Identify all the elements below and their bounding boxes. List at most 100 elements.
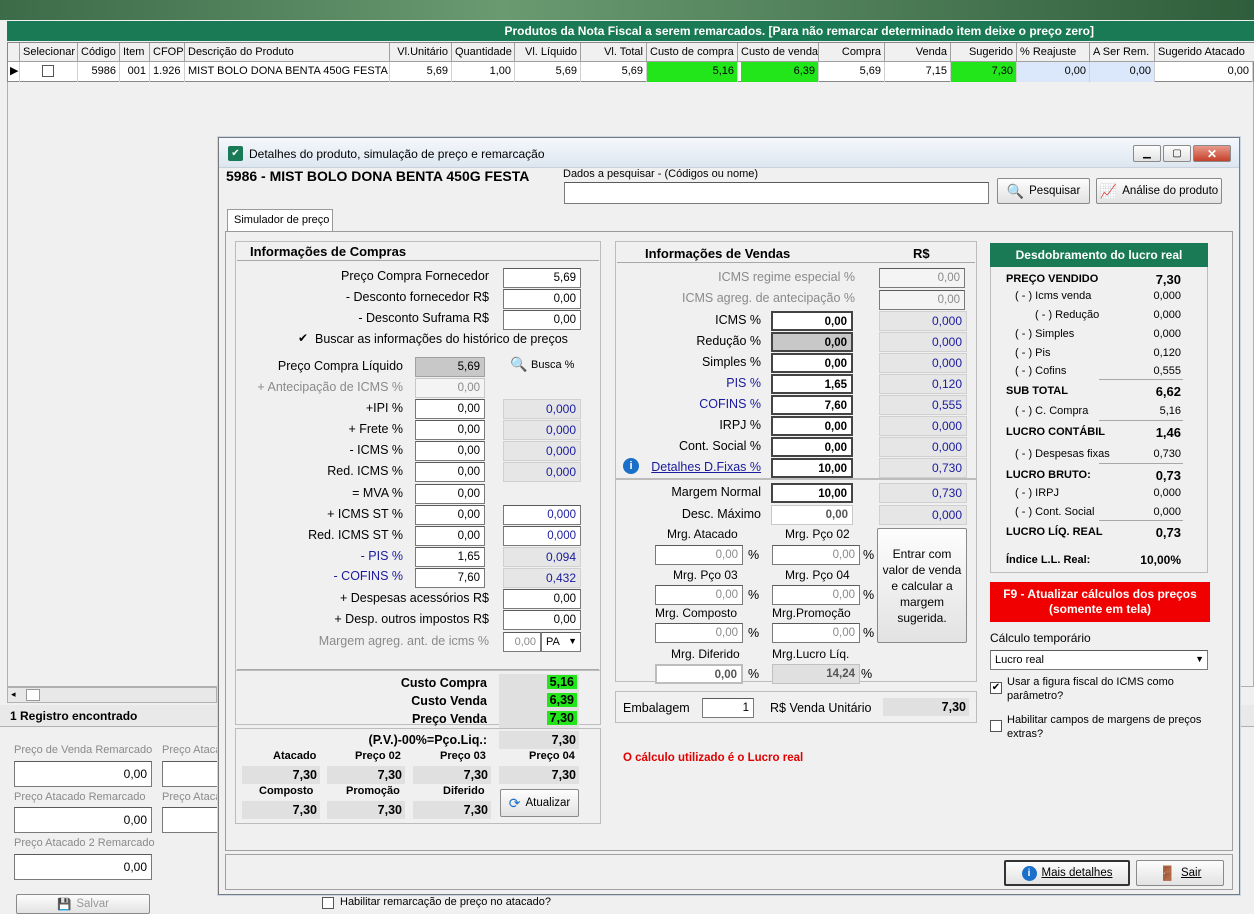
habilitar-atacado-checkbox[interactable]: [322, 897, 334, 909]
horizontal-scrollbar[interactable]: ◂: [7, 687, 217, 703]
desp-outros-field[interactable]: 0,00: [503, 610, 581, 630]
desconto-suframa-field[interactable]: 0,00: [503, 310, 581, 330]
cell-reajuste[interactable]: 0,00: [1017, 62, 1090, 82]
mrg-promocao-field[interactable]: 0,00: [772, 623, 860, 643]
pis-compra-field[interactable]: 1,65: [415, 547, 485, 567]
cell-vl-total[interactable]: 5,69: [581, 62, 647, 82]
icms-venda-field[interactable]: 0,00: [771, 311, 853, 331]
mrg-diferido-field[interactable]: 0,00: [655, 664, 743, 684]
pis-venda-field[interactable]: 1,65: [771, 374, 853, 394]
header-descricao[interactable]: Descrição do Produto: [185, 43, 390, 62]
despesas-acessorios-field[interactable]: 0,00: [503, 589, 581, 609]
search-input[interactable]: [564, 182, 989, 204]
detalhes-fixas-field[interactable]: 10,00: [771, 458, 853, 478]
cell-vl-unitario[interactable]: 5,69: [390, 62, 452, 82]
header-item[interactable]: Item: [120, 43, 150, 62]
f9-atualizar-button[interactable]: F9 - Atualizar cálculos dos preços (some…: [990, 582, 1210, 622]
buscar-historico-checkbox[interactable]: ✔: [297, 332, 309, 345]
header-venda[interactable]: Venda: [885, 43, 951, 62]
cell-vl-liquido[interactable]: 5,69: [515, 62, 581, 82]
mais-detalhes-button[interactable]: i Mais detalhes: [1004, 860, 1130, 886]
header-custo-compra[interactable]: Custo de compra: [647, 43, 738, 62]
preco-atacado-field-cut2[interactable]: [162, 807, 218, 833]
preco-atacado2-remarcado-field[interactable]: 0,00: [14, 854, 152, 880]
header-custo-venda[interactable]: Custo de venda: [738, 43, 819, 62]
minimize-button[interactable]: ▁: [1133, 145, 1161, 162]
dialog-titlebar[interactable]: ✔ Detalhes do produto, simulação de preç…: [219, 138, 1239, 168]
header-quantidade[interactable]: Quantidade: [452, 43, 515, 62]
cell-compra[interactable]: 5,69: [819, 62, 885, 82]
cell-cfop[interactable]: 1.926: [150, 62, 185, 82]
antecipacao-icms-field[interactable]: 0,00: [415, 378, 485, 398]
salvar-button[interactable]: 💾 Salvar: [16, 894, 150, 914]
icms-agreg-field[interactable]: 0,00: [879, 290, 965, 310]
ipi-field[interactable]: 0,00: [415, 399, 485, 419]
margem-normal-field[interactable]: 10,00: [771, 483, 853, 503]
pesquisar-button[interactable]: 🔍 Pesquisar: [997, 178, 1090, 204]
header-compra[interactable]: Compra: [819, 43, 885, 62]
header-a-ser-rem[interactable]: A Ser Rem.: [1090, 43, 1155, 62]
red-icms-field[interactable]: 0,00: [415, 462, 485, 482]
header-vl-unitario[interactable]: Vl.Unitário: [390, 43, 452, 62]
cell-item[interactable]: 001: [120, 62, 150, 82]
products-grid[interactable]: Selecionar Código Item CFOP Descrição do…: [7, 42, 1254, 82]
preco-atacado-field-cut[interactable]: [162, 761, 218, 787]
frete-field[interactable]: 0,00: [415, 420, 485, 440]
reducao-field[interactable]: 0,00: [771, 332, 853, 352]
preco-atacado-remarcado-field[interactable]: 0,00: [14, 807, 152, 833]
habilitar-margens-checkbox[interactable]: [990, 720, 1002, 732]
header-vl-total[interactable]: Vl. Total: [581, 43, 647, 62]
preco-compra-fornecedor-field[interactable]: 5,69: [503, 268, 581, 288]
header-codigo[interactable]: Código: [78, 43, 120, 62]
desconto-fornecedor-field[interactable]: 0,00: [503, 289, 581, 309]
red-icms-st-field[interactable]: 0,00: [415, 526, 485, 546]
cell-custo-venda[interactable]: 6,39: [741, 62, 819, 82]
cell-custo-compra[interactable]: 5,16: [647, 62, 738, 82]
header-sugerido[interactable]: Sugerido: [951, 43, 1017, 62]
maximize-button[interactable]: ▢: [1163, 145, 1191, 162]
icms-st-field[interactable]: 0,00: [415, 505, 485, 525]
cell-sugerido[interactable]: 7,30: [951, 62, 1017, 82]
habilitar-atacado-row[interactable]: Habilitar remarcação de preço no atacado…: [310, 896, 710, 909]
analise-button[interactable]: 📈 Análise do produto: [1096, 178, 1222, 204]
usar-figura-checkbox[interactable]: ✔: [990, 682, 1002, 694]
mrg-pco04-field[interactable]: 0,00: [772, 585, 860, 605]
cell-descricao[interactable]: MIST BOLO DONA BENTA 450G FESTA: [185, 62, 390, 82]
cell-sugerido-atacado[interactable]: 0,00: [1155, 62, 1253, 82]
icms-compra-field[interactable]: 0,00: [415, 441, 485, 461]
cell-venda[interactable]: 7,15: [885, 62, 951, 82]
cell-a-ser-rem[interactable]: 0,00: [1090, 62, 1155, 82]
scroll-left-icon[interactable]: ◂: [11, 689, 16, 700]
busca-pct-label[interactable]: Busca %: [531, 359, 574, 371]
cell-codigo[interactable]: 5986: [78, 62, 120, 82]
detalhes-fixas-link[interactable]: Detalhes D.Fixas %: [639, 460, 761, 474]
cell-quantidade[interactable]: 1,00: [452, 62, 515, 82]
irpj-field[interactable]: 0,00: [771, 416, 853, 436]
busca-icon[interactable]: 🔍: [510, 356, 527, 373]
mrg-atacado-field[interactable]: 0,00: [655, 545, 743, 565]
desc-maximo-field[interactable]: 0,00: [771, 505, 853, 525]
close-button[interactable]: ✕: [1193, 145, 1231, 162]
cont-social-field[interactable]: 0,00: [771, 437, 853, 457]
preco-venda-remarcado-field[interactable]: 0,00: [14, 761, 152, 787]
header-cfop[interactable]: CFOP: [150, 43, 185, 62]
header-sugerido-atacado[interactable]: Sugerido Atacado: [1155, 43, 1254, 62]
header-vl-liquido[interactable]: Vl. Líquido: [515, 43, 581, 62]
details-dialog[interactable]: ✔ Detalhes do produto, simulação de preç…: [218, 137, 1240, 895]
header-selecionar[interactable]: Selecionar: [20, 43, 78, 62]
mrg-composto-field[interactable]: 0,00: [655, 623, 743, 643]
mva-field[interactable]: 0,00: [415, 484, 485, 504]
cofins-venda-field[interactable]: 7,60: [771, 395, 853, 415]
embalagem-field[interactable]: 1: [702, 698, 754, 718]
row-select-cell[interactable]: [20, 62, 78, 82]
mrg-pco03-field[interactable]: 0,00: [655, 585, 743, 605]
calculo-temporario-select[interactable]: Lucro real ▼: [990, 650, 1208, 670]
cofins-compra-field[interactable]: 7,60: [415, 568, 485, 588]
row-select-checkbox[interactable]: [42, 65, 54, 77]
margem-agreg-field[interactable]: 0,00: [503, 632, 541, 652]
icms-especial-field[interactable]: 0,00: [879, 268, 965, 288]
red-icms-st-value[interactable]: 0,000: [503, 526, 581, 546]
tab-simulador[interactable]: Simulador de preço: [227, 209, 333, 231]
mrg-pco02-field[interactable]: 0,00: [772, 545, 860, 565]
simples-field[interactable]: 0,00: [771, 353, 853, 373]
